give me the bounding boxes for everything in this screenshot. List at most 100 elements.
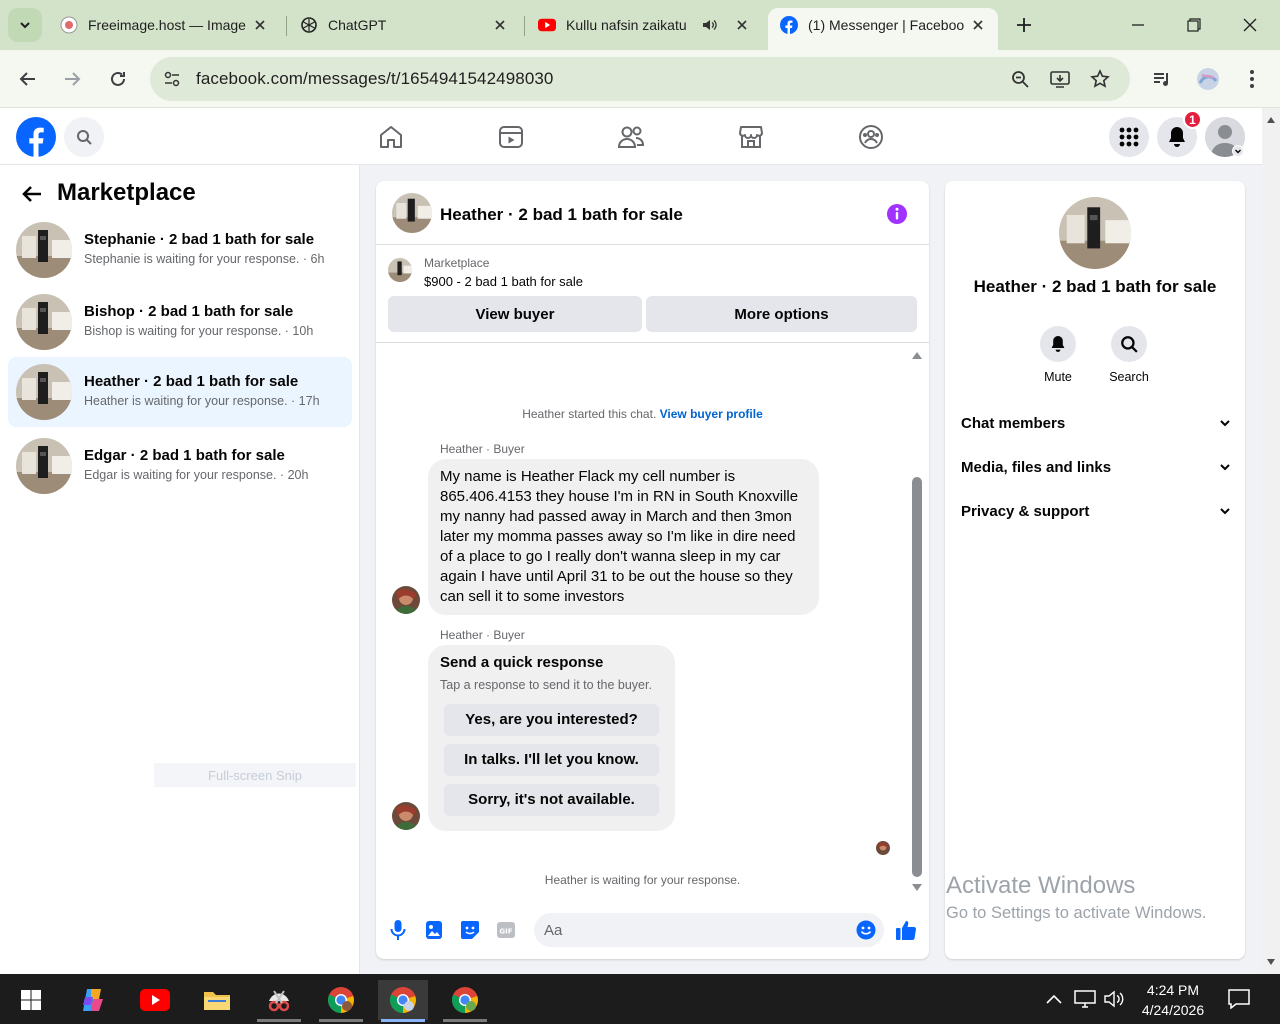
tab-freeimage[interactable]: Freeimage.host — Image [48, 8, 280, 42]
conversation-name: Heather · 2 bad 1 bath for sale [84, 373, 299, 390]
zoom-icon[interactable] [1008, 67, 1032, 91]
scroll-down-arrow-icon[interactable] [1266, 958, 1276, 966]
mute-button[interactable]: Mute [1028, 326, 1088, 384]
friends-icon [617, 126, 645, 148]
page-scrollbar[interactable] [1262, 108, 1280, 974]
chat-title[interactable]: Heather · 2 bad 1 bath for sale [440, 205, 683, 225]
quick-response-option[interactable]: Sorry, it's not available. [444, 784, 659, 816]
quick-response-option[interactable]: Yes, are you interested? [444, 704, 659, 736]
copilot-taskbar-button[interactable] [68, 980, 118, 1020]
scroll-up-arrow-icon[interactable] [1266, 116, 1276, 124]
search-circle[interactable] [1111, 326, 1147, 362]
chevron-down-icon [1220, 464, 1230, 471]
taskbar-clock[interactable]: 4:24 PM 4/24/2026 [1132, 980, 1214, 1020]
start-button[interactable] [6, 980, 56, 1020]
chrome-taskbar-button-2[interactable] [378, 980, 428, 1022]
scroll-up-arrow-icon[interactable] [911, 350, 923, 360]
buyer-avatar[interactable] [392, 802, 420, 830]
nav-home[interactable] [376, 122, 406, 152]
show-hidden-icons-button[interactable] [1043, 988, 1065, 1010]
conversation-item-edgar[interactable]: Edgar · 2 bad 1 bath for sale Edgar is w… [8, 431, 352, 501]
conversation-item-heather[interactable]: Heather · 2 bad 1 bath for sale Heather … [8, 357, 352, 427]
messages-scrollbar[interactable] [912, 477, 922, 877]
search-conversation-button[interactable]: Search [1099, 326, 1159, 384]
view-buyer-profile-link[interactable]: View buyer profile [660, 407, 763, 421]
conversation-meta: Stephanie is waiting for your response. … [84, 252, 325, 266]
search-icon [1121, 336, 1138, 353]
nav-friends[interactable] [616, 122, 646, 152]
snipping-tool-icon [268, 990, 290, 1012]
restore-button[interactable] [1166, 0, 1222, 50]
back-arrow-icon[interactable] [20, 182, 44, 206]
more-options-button[interactable]: More options [646, 296, 917, 332]
account-chevron-icon[interactable] [1232, 145, 1244, 157]
network-button[interactable] [1074, 988, 1096, 1010]
snipping-tool-taskbar-button[interactable] [254, 980, 304, 1022]
nav-video[interactable] [496, 122, 526, 152]
tab-close-icon[interactable] [492, 17, 508, 33]
tab-close-icon[interactable] [252, 17, 268, 33]
reload-button[interactable] [102, 63, 134, 95]
waiting-response-line: Heather is waiting for your response. [544, 873, 741, 887]
section-label: Media, files and links [961, 458, 1112, 476]
plus-icon [1017, 18, 1031, 32]
clock-date: 4/24/2026 [1141, 1002, 1205, 1018]
conversation-item-stephanie[interactable]: Stephanie · 2 bad 1 bath for sale Stepha… [8, 215, 352, 285]
mute-circle[interactable] [1040, 326, 1076, 362]
volume-button[interactable] [1104, 988, 1126, 1010]
section-media-files-links[interactable]: Media, files and links [961, 455, 1231, 479]
section-privacy-support[interactable]: Privacy & support [961, 499, 1231, 523]
marketplace-label: Marketplace [424, 256, 490, 270]
conversation-item-bishop[interactable]: Bishop · 2 bad 1 bath for sale Bishop is… [8, 287, 352, 357]
tab-chatgpt[interactable]: ChatGPT [288, 8, 520, 42]
menu-button[interactable] [1109, 117, 1149, 157]
buyer-avatar[interactable] [392, 586, 420, 614]
file-explorer-taskbar-button[interactable] [192, 980, 242, 1020]
info-icon[interactable] [886, 203, 908, 225]
tab-close-icon[interactable] [734, 17, 750, 33]
scroll-down-arrow-icon[interactable] [911, 883, 923, 893]
sticker-icon[interactable] [459, 919, 481, 941]
tab-title: Kullu nafsin zaikatu [566, 17, 687, 33]
thumbs-up-icon[interactable] [895, 919, 917, 941]
address-bar[interactable]: facebook.com/messages/t/1654941542498030 [150, 57, 1130, 101]
nav-marketplace[interactable] [736, 122, 766, 152]
chat-started-line: Heather started this chat. View buyer pr… [376, 407, 909, 421]
tab-messenger[interactable]: (1) Messenger | Facebook [768, 8, 998, 50]
chat-avatar[interactable] [392, 193, 432, 233]
chrome-taskbar-button-3[interactable] [440, 980, 490, 1022]
back-button[interactable] [12, 63, 44, 95]
facebook-search-button[interactable] [64, 117, 104, 157]
browser-menu-button[interactable] [1236, 63, 1268, 95]
close-window-button[interactable] [1222, 0, 1278, 50]
gif-icon[interactable]: GIF [495, 919, 517, 941]
youtube-taskbar-button[interactable] [130, 980, 180, 1020]
microphone-icon[interactable] [387, 919, 409, 941]
restore-icon [1187, 18, 1201, 32]
facebook-logo-icon[interactable] [16, 117, 56, 157]
site-settings-icon[interactable] [160, 67, 184, 91]
chrome-taskbar-button-1[interactable] [316, 980, 366, 1022]
tab-close-icon[interactable] [970, 17, 986, 33]
tab-youtube[interactable]: Kullu nafsin zaikatu [526, 8, 762, 42]
details-avatar [1059, 197, 1131, 269]
nav-groups[interactable] [856, 122, 886, 152]
emoji-icon[interactable] [856, 920, 876, 940]
bookmark-star-icon[interactable] [1088, 67, 1112, 91]
message-input[interactable] [544, 919, 844, 941]
section-chat-members[interactable]: Chat members [961, 411, 1231, 435]
bell-icon [1051, 336, 1065, 352]
new-tab-button[interactable] [1000, 0, 1048, 50]
speaker-icon[interactable] [702, 17, 718, 33]
view-buyer-button[interactable]: View buyer [388, 296, 642, 332]
install-app-icon[interactable] [1048, 67, 1072, 91]
forward-button[interactable] [56, 63, 88, 95]
tab-search-button[interactable] [8, 8, 42, 42]
notification-center-button[interactable] [1228, 988, 1250, 1010]
profile-avatar-button[interactable] [1192, 63, 1224, 95]
quick-response-option[interactable]: In talks. I'll let you know. [444, 744, 659, 776]
media-control-button[interactable] [1146, 63, 1178, 95]
photo-icon[interactable] [423, 919, 445, 941]
minimize-button[interactable] [1110, 0, 1166, 50]
message-bubble[interactable]: My name is Heather Flack my cell number … [428, 459, 819, 615]
